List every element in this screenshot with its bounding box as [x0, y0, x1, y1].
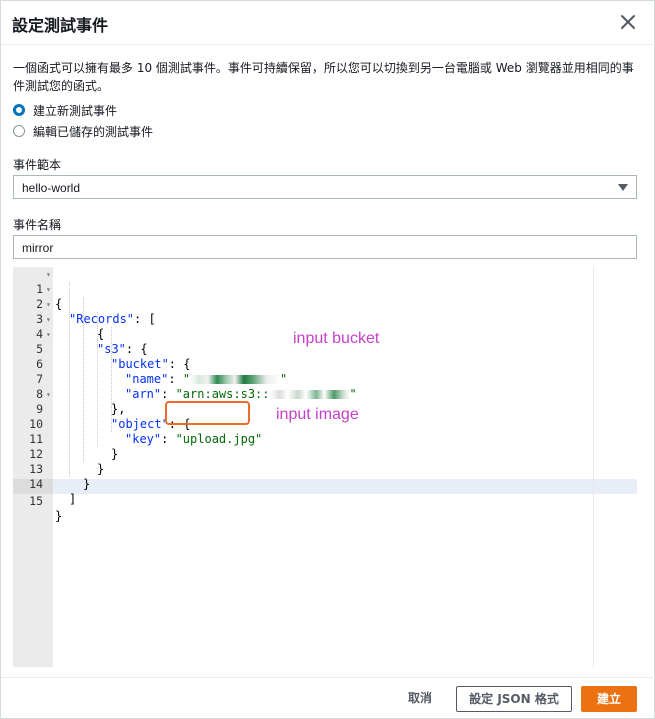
- code-line: 2 ▾ "Records": [: [13, 282, 637, 326]
- annotation-input-image: input image: [276, 406, 359, 423]
- radio-create-new-event[interactable]: 建立新測試事件: [13, 101, 117, 119]
- event-name-label: 事件名稱: [13, 218, 62, 232]
- dialog-description: 一個函式可以擁有最多 10 個測試事件。事件可持續保留，所以您可以切換到另一台電…: [13, 61, 634, 93]
- fold-toggle-icon[interactable]: ▾: [46, 267, 51, 282]
- code-line: 1 ▾ {: [13, 267, 637, 311]
- dialog-header: 設定測試事件: [1, 1, 655, 45]
- radio-unselected-icon[interactable]: [13, 125, 25, 137]
- event-template-label: 事件範本: [13, 158, 62, 172]
- create-button[interactable]: 建立: [581, 686, 637, 712]
- code-text: ]: [69, 492, 77, 506]
- annotation-input-bucket: input bucket: [293, 330, 380, 347]
- code-line: 13 }: [13, 447, 637, 491]
- code-line: 3 ▾ {: [13, 297, 637, 341]
- dialog-title: 設定測試事件: [12, 16, 109, 35]
- fold-toggle-icon[interactable]: ▾: [46, 312, 51, 327]
- event-template-value: hello-world: [22, 181, 81, 195]
- radio-edit-saved-label: 編輯已儲存的測試事件: [33, 124, 154, 139]
- fold-toggle-icon[interactable]: ▾: [46, 282, 51, 297]
- code-line: 9 ▾ "object": {: [13, 387, 637, 431]
- json-code-editor[interactable]: 1 ▾ { 2 ▾ "Records": [ 3 ▾ { 4 ▾ "s3": { 5 ▾ …: [13, 267, 637, 667]
- code-line: 12 }: [13, 432, 637, 476]
- event-name-input[interactable]: mirror: [13, 235, 637, 259]
- code-line: 4 ▾ "s3": {: [13, 312, 637, 356]
- radio-edit-saved-event[interactable]: 編輯已儲存的測試事件: [13, 122, 153, 140]
- code-line: 8 },: [13, 372, 637, 416]
- format-json-button[interactable]: 設定 JSON 格式: [456, 686, 572, 712]
- code-line: 14 ]: [13, 462, 637, 506]
- fold-toggle-icon[interactable]: ▾: [46, 387, 51, 402]
- event-template-select[interactable]: hello-world: [13, 175, 637, 199]
- cancel-button[interactable]: 取消: [396, 685, 444, 711]
- line-number: 15: [29, 494, 43, 508]
- radio-create-new-label: 建立新測試事件: [33, 103, 118, 118]
- code-text: }: [55, 509, 63, 523]
- close-icon[interactable]: [618, 12, 638, 32]
- chevron-down-icon: [618, 184, 628, 191]
- fold-toggle-icon[interactable]: ▾: [46, 327, 51, 342]
- image-key-highlight-box: [165, 401, 250, 425]
- code-line: 7 "arn": "arn:aws:s3:: ": [13, 357, 637, 401]
- configure-test-event-dialog: 設定測試事件 一個函式可以擁有最多 10 個測試事件。事件可持續保留，所以您可以…: [0, 0, 655, 719]
- fold-toggle-icon[interactable]: ▾: [46, 297, 51, 312]
- radio-selected-icon[interactable]: [13, 104, 25, 116]
- code-line-active: 15 }: [13, 479, 637, 523]
